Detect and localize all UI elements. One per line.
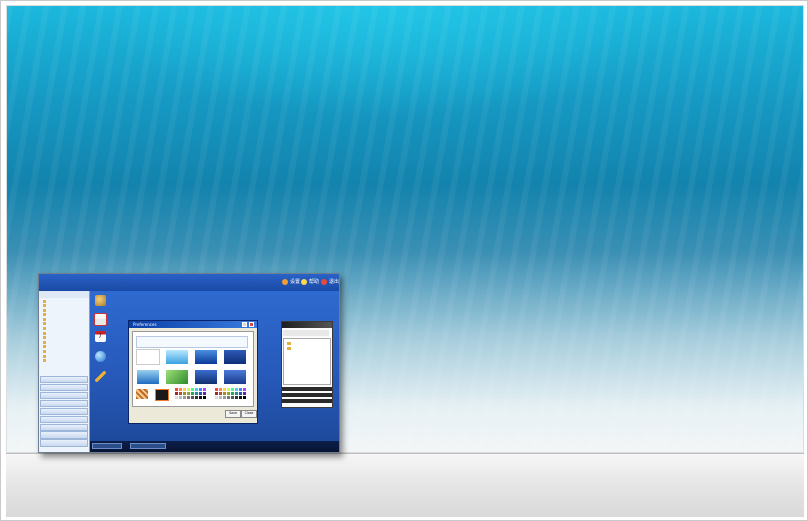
calendar-icon [93, 313, 107, 326]
background-thumb[interactable] [136, 369, 160, 385]
panel-title [282, 322, 332, 328]
folder-icon [43, 317, 46, 321]
background-thumb[interactable] [194, 369, 218, 385]
url-field[interactable] [136, 336, 248, 348]
header-link-exit[interactable]: 退出 [321, 278, 339, 285]
background-thumb[interactable] [136, 349, 160, 365]
desktop-icon-globe[interactable] [93, 351, 107, 363]
desktop-icon-calendar[interactable] [93, 313, 107, 327]
taskbar [90, 441, 339, 452]
desktop-icon-users[interactable] [93, 295, 107, 307]
folder-icon [43, 299, 46, 303]
app-screenshot-thumbnail[interactable]: 设置 帮助 退出 7 Preferences Save Close [38, 273, 340, 453]
minimize-icon[interactable] [242, 322, 247, 327]
close-button[interactable]: Close [241, 410, 257, 418]
folder-icon [43, 327, 46, 331]
accordion-item[interactable] [40, 383, 88, 391]
folder-icon [287, 342, 291, 345]
header-link-help[interactable]: 帮助 [301, 278, 319, 285]
panel-section[interactable] [282, 393, 332, 397]
desktop-icon-date[interactable]: 7 [93, 331, 107, 343]
background-thumb[interactable] [165, 349, 189, 365]
panel-section[interactable] [282, 399, 332, 403]
accordion-item[interactable] [40, 423, 88, 431]
panel-tree[interactable] [283, 338, 331, 385]
dialog-body [132, 331, 254, 407]
taskbar-button[interactable] [130, 443, 166, 449]
color-swatches[interactable] [175, 388, 206, 399]
taskbar-button[interactable] [92, 443, 122, 449]
folder-icon [287, 347, 291, 350]
floor-strip [6, 453, 804, 517]
folder-icon [43, 331, 46, 335]
folder-icon [43, 322, 46, 326]
tree-item[interactable] [39, 359, 89, 364]
folder-icon [43, 304, 46, 308]
folder-icon [43, 308, 46, 312]
accordion-item[interactable] [40, 407, 88, 415]
background-thumb[interactable] [165, 369, 189, 385]
page-frame: 设置 帮助 退出 7 Preferences Save Close [0, 0, 808, 521]
accordion-window[interactable] [281, 321, 333, 408]
save-button[interactable]: Save [225, 410, 241, 418]
sidebar [39, 291, 90, 452]
globe-icon [94, 351, 106, 362]
sidebar-header [39, 291, 89, 298]
sidebar-accordion [39, 375, 89, 447]
accordion-item[interactable] [40, 439, 88, 447]
desktop-area: 7 Preferences Save Close [90, 291, 339, 441]
accordion-item[interactable] [40, 375, 88, 383]
date-icon: 7 [94, 331, 106, 342]
folder-icon [43, 340, 46, 344]
folder-icon [43, 345, 46, 349]
app-header: 设置 帮助 退出 [39, 274, 339, 291]
exit-icon [321, 278, 327, 285]
dialog-title: Preferences [129, 321, 257, 328]
pattern-swatch[interactable] [155, 389, 169, 401]
accordion-item[interactable] [40, 431, 88, 439]
background-thumb[interactable] [223, 349, 247, 365]
background-thumb[interactable] [223, 369, 247, 385]
preferences-dialog[interactable]: Preferences Save Close [128, 320, 258, 424]
folder-icon [43, 336, 46, 340]
close-icon[interactable] [249, 322, 254, 327]
users-icon [94, 295, 106, 306]
color-swatches[interactable] [215, 388, 246, 399]
help-icon [301, 278, 307, 285]
pattern-swatch[interactable] [136, 389, 148, 399]
background-thumb[interactable] [194, 349, 218, 365]
accordion-item[interactable] [40, 415, 88, 423]
desktop-icon-tools[interactable] [93, 371, 107, 382]
panel-section[interactable] [282, 387, 332, 391]
wrench-icon [94, 371, 106, 382]
panel-toolbar [283, 330, 329, 336]
accordion-item[interactable] [40, 391, 88, 399]
folder-icon [43, 313, 46, 317]
sidebar-tree [39, 298, 89, 363]
settings-icon [282, 278, 288, 285]
folder-icon [43, 350, 46, 354]
folder-icon [43, 359, 46, 363]
folder-icon [43, 354, 46, 358]
accordion-item[interactable] [40, 399, 88, 407]
header-link-settings[interactable]: 设置 [282, 278, 300, 285]
